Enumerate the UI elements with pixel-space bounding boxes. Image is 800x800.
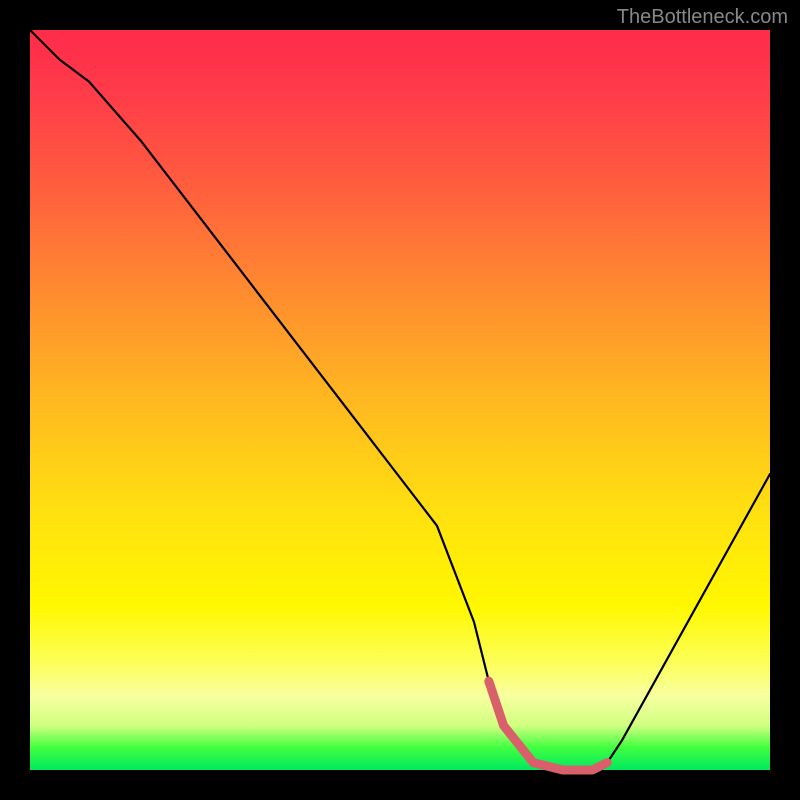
bottleneck-curve (30, 30, 770, 770)
chart-plot-area (30, 30, 770, 770)
watermark-text: TheBottleneck.com (617, 6, 788, 29)
